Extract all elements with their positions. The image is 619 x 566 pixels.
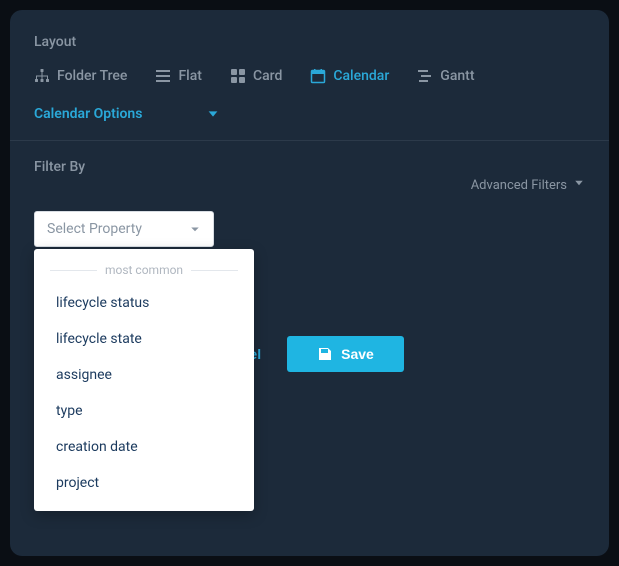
tab-gantt[interactable]: Gantt <box>417 68 474 84</box>
filter-title: Filter By <box>34 159 85 175</box>
tab-label: Flat <box>178 68 202 84</box>
calendar-icon <box>310 68 326 84</box>
gantt-icon <box>417 68 433 84</box>
tab-card[interactable]: Card <box>230 68 282 84</box>
dropdown-scroll[interactable]: most common lifecycle status lifecycle s… <box>34 249 254 501</box>
tab-label: Card <box>253 68 282 84</box>
grid-icon <box>230 68 246 84</box>
save-label: Save <box>341 346 374 362</box>
chevron-down-icon <box>573 177 585 193</box>
divider <box>10 140 609 141</box>
calendar-options-label: Calendar Options <box>34 106 142 122</box>
tab-calendar[interactable]: Calendar <box>310 68 389 84</box>
list-icon <box>155 68 171 84</box>
dropdown-item[interactable]: project <box>34 465 254 501</box>
tab-label: Calendar <box>333 68 389 84</box>
dropdown-item[interactable]: lifecycle status <box>34 285 254 321</box>
dropdown-group-label: most common <box>34 249 254 285</box>
tab-flat[interactable]: Flat <box>155 68 202 84</box>
chevron-down-icon <box>189 223 201 235</box>
save-button[interactable]: Save <box>287 336 404 372</box>
property-select-wrap: Select Property most common lifecycle st… <box>34 211 585 247</box>
advanced-filters-toggle[interactable]: Advanced Filters <box>471 177 585 193</box>
chevron-down-icon <box>206 107 220 121</box>
tab-label: Gantt <box>440 68 474 84</box>
layout-title: Layout <box>34 34 585 50</box>
save-icon <box>317 346 333 362</box>
tab-label: Folder Tree <box>57 68 127 84</box>
dropdown-item[interactable]: lifecycle state <box>34 321 254 357</box>
filter-section: Filter By Advanced Filters <box>34 159 585 193</box>
dropdown-item[interactable]: creation date <box>34 429 254 465</box>
select-placeholder: Select Property <box>47 221 142 237</box>
tree-icon <box>34 68 50 84</box>
advanced-filters-label: Advanced Filters <box>471 178 567 193</box>
dropdown-item[interactable]: type <box>34 393 254 429</box>
dropdown-item[interactable]: assignee <box>34 357 254 393</box>
settings-panel: Layout Folder Tree Flat Card Calendar <box>10 10 609 556</box>
property-select[interactable]: Select Property <box>34 211 214 247</box>
calendar-options-toggle[interactable]: Calendar Options <box>34 106 585 122</box>
layout-tabs: Folder Tree Flat Card Calendar Gantt <box>34 68 585 84</box>
tab-folder-tree[interactable]: Folder Tree <box>34 68 127 84</box>
property-dropdown: most common lifecycle status lifecycle s… <box>34 249 254 511</box>
